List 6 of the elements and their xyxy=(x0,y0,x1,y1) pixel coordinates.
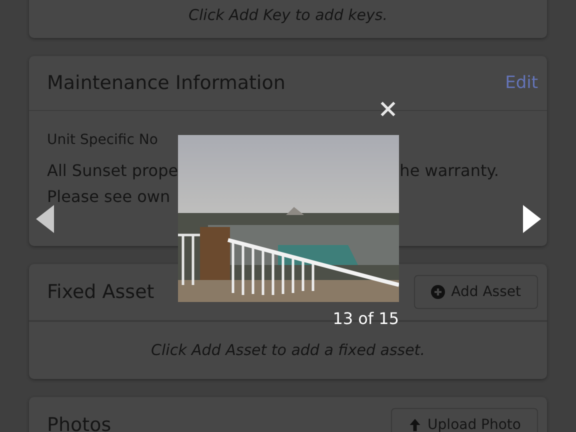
plus-circle-icon xyxy=(431,285,446,299)
upload-icon xyxy=(408,418,422,432)
next-arrow-icon[interactable] xyxy=(523,205,541,233)
edit-link[interactable]: Edit xyxy=(505,73,538,93)
close-icon[interactable] xyxy=(379,100,397,118)
previous-arrow-icon[interactable] xyxy=(36,205,54,233)
